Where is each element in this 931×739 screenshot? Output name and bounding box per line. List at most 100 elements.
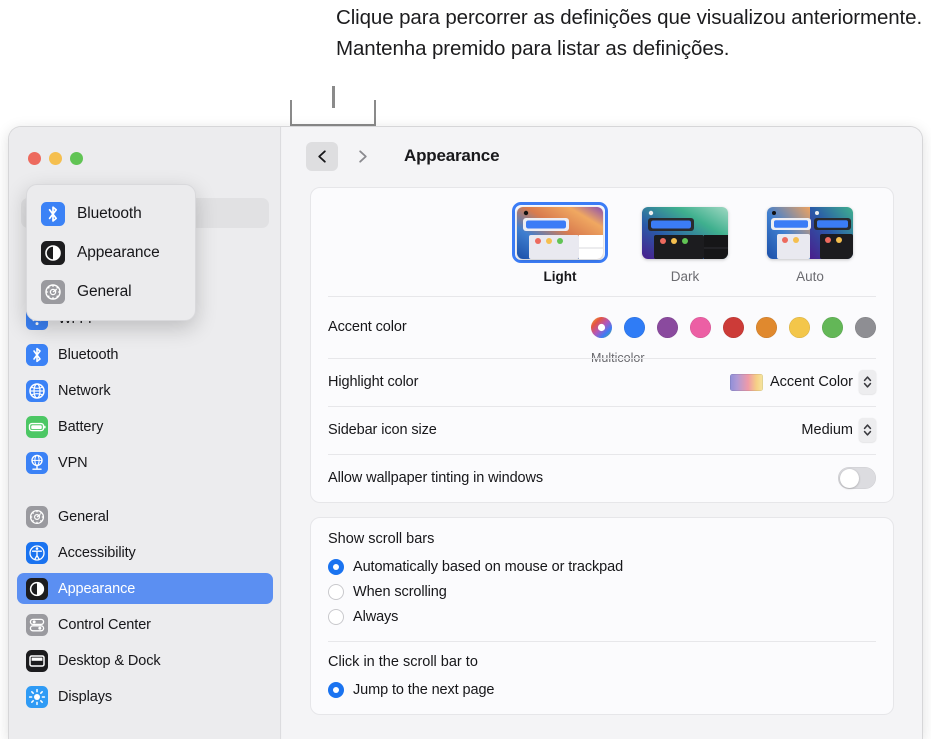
system-settings-window: Search Da — [8, 126, 923, 739]
control-center-icon — [26, 613, 48, 636]
accent-swatch-pink[interactable] — [690, 316, 711, 338]
sidebar-item-battery[interactable]: Battery — [17, 411, 273, 442]
sidebar-icon-size-row: Sidebar icon size Medium — [311, 406, 893, 454]
accent-swatch-red[interactable] — [723, 316, 744, 338]
show-scroll-bars-title: Show scroll bars — [328, 531, 435, 547]
gear-icon — [41, 279, 65, 304]
radio-indicator — [328, 608, 344, 625]
sidebar-item-control-center[interactable]: Control Center — [17, 609, 273, 640]
accent-swatch-graphite[interactable] — [855, 316, 876, 338]
accent-swatch-blue[interactable] — [624, 316, 645, 338]
menu-item-label: Bluetooth — [77, 204, 142, 222]
sidebar-item-vpn[interactable]: VPN — [17, 447, 273, 478]
wallpaper-tinting-label: Allow wallpaper tinting in windows — [328, 470, 544, 486]
radio-label: Always — [353, 608, 399, 625]
light-thumbnail-frame — [512, 202, 608, 263]
radio-show-scrollbars-when-scrolling[interactable]: When scrolling — [328, 579, 876, 604]
radio-label: When scrolling — [353, 583, 447, 600]
sidebar-item-label: VPN — [58, 454, 88, 471]
battery-icon — [26, 415, 48, 438]
appearance-mode-group: Light Dark Auto — [328, 188, 876, 296]
sidebar-group-divider — [17, 483, 273, 501]
sidebar-item-label: Accessibility — [58, 544, 136, 561]
sidebar-item-accessibility[interactable]: Accessibility — [17, 537, 273, 568]
accent-swatch-multicolor[interactable]: Multicolor — [591, 316, 645, 365]
close-button[interactable] — [28, 152, 41, 165]
radio-indicator — [328, 558, 344, 575]
highlight-color-popup-button[interactable] — [859, 370, 876, 394]
sidebar-item-label: Desktop & Dock — [58, 652, 161, 669]
minimize-button[interactable] — [49, 152, 62, 165]
dark-thumbnail — [642, 206, 728, 259]
radio-show-scrollbars-always[interactable]: Always — [328, 604, 876, 629]
highlight-color-value: Accent Color — [769, 374, 853, 390]
zoom-button[interactable] — [70, 152, 83, 165]
sidebar-item-label: Battery — [58, 418, 104, 435]
sidebar-icon-size-popup-button[interactable] — [859, 418, 876, 442]
accent-color-label: Accent color — [328, 319, 407, 335]
sidebar-item-label: Control Center — [58, 616, 151, 633]
radio-indicator — [328, 681, 344, 698]
history-dropdown-menu: Bluetooth Appearance General — [26, 184, 196, 321]
appearance-mode-label: Auto — [796, 269, 824, 284]
click-scroll-bar-title: Click in the scroll bar to — [328, 654, 478, 670]
globe-icon — [26, 379, 48, 402]
displays-icon — [26, 685, 48, 708]
forward-button[interactable] — [346, 142, 378, 171]
radio-label: Jump to the next page — [353, 681, 495, 698]
chevron-updown-icon — [863, 424, 872, 436]
show-scroll-bars-group: Show scroll bars Automatically based on … — [311, 518, 893, 641]
click-scroll-bar-group: Click in the scroll bar to Jump to the n… — [311, 641, 893, 714]
appearance-mode-dark[interactable]: Dark — [637, 202, 733, 284]
highlight-color-row: Highlight color Accent Color — [311, 358, 893, 406]
sidebar-item-appearance[interactable]: Appearance — [17, 573, 273, 604]
back-button[interactable] — [306, 142, 338, 171]
highlight-color-label: Highlight color — [328, 374, 419, 390]
appearance-mode-label: Light — [543, 269, 577, 284]
sidebar-item-desktop-dock[interactable]: Desktop & Dock — [17, 645, 273, 676]
content-pane: Appearance Light Dark Auto Accent color … — [282, 127, 922, 739]
settings-scroll-area[interactable]: Light Dark Auto Accent color Multicolor … — [282, 187, 922, 739]
radio-jump-next-page[interactable]: Jump to the next page — [328, 677, 876, 702]
radio-show-scrollbars-auto[interactable]: Automatically based on mouse or trackpad — [328, 554, 876, 579]
highlight-color-chip — [729, 373, 763, 391]
sidebar-item-label: Appearance — [58, 580, 136, 597]
radio-indicator — [328, 583, 344, 600]
accent-swatch-green[interactable] — [822, 316, 843, 338]
scroll-bars-card: Show scroll bars Automatically based on … — [310, 517, 894, 715]
wallpaper-tinting-row: Allow wallpaper tinting in windows — [311, 454, 893, 502]
appearance-icon — [41, 240, 65, 265]
sidebar-item-general[interactable]: General — [17, 501, 273, 532]
appearance-mode-light[interactable]: Light — [512, 202, 608, 284]
sidebar-item-label: Network — [58, 382, 111, 399]
wallpaper-tinting-toggle[interactable] — [838, 467, 876, 489]
callout-bracket — [290, 100, 376, 126]
gear-icon — [26, 505, 48, 528]
vpn-icon — [26, 451, 48, 474]
chevron-right-icon — [358, 150, 367, 163]
page-title: Appearance — [404, 146, 500, 165]
callout-text: Clique para percorrer as definições que … — [336, 6, 923, 60]
accent-swatch-purple[interactable] — [657, 316, 678, 338]
accent-swatch-yellow[interactable] — [789, 316, 810, 338]
sidebar-nav: Wi-Fi Bluetooth — [17, 303, 273, 717]
radio-label: Automatically based on mouse or trackpad — [353, 558, 624, 575]
sidebar-item-displays[interactable]: Displays — [17, 681, 273, 712]
appearance-mode-auto[interactable]: Auto — [762, 202, 858, 284]
sidebar-item-label: General — [58, 508, 109, 525]
sidebar-item-label: Displays — [58, 688, 112, 705]
menu-item-general[interactable]: General — [27, 272, 195, 311]
accent-swatch-orange[interactable] — [756, 316, 777, 338]
auto-thumbnail-frame — [762, 202, 858, 263]
toolbar: Appearance — [282, 127, 922, 187]
traffic-lights — [28, 152, 83, 165]
dark-thumbnail-frame — [637, 202, 733, 263]
accent-color-row: Accent color Multicolor — [311, 296, 893, 365]
sidebar-item-bluetooth[interactable]: Bluetooth — [17, 339, 273, 370]
sidebar-item-network[interactable]: Network — [17, 375, 273, 406]
accessibility-icon — [26, 541, 48, 564]
appearance-mode-label: Dark — [670, 269, 700, 284]
menu-item-label: General — [77, 282, 132, 300]
menu-item-bluetooth[interactable]: Bluetooth — [27, 194, 195, 233]
menu-item-appearance[interactable]: Appearance — [27, 233, 195, 272]
